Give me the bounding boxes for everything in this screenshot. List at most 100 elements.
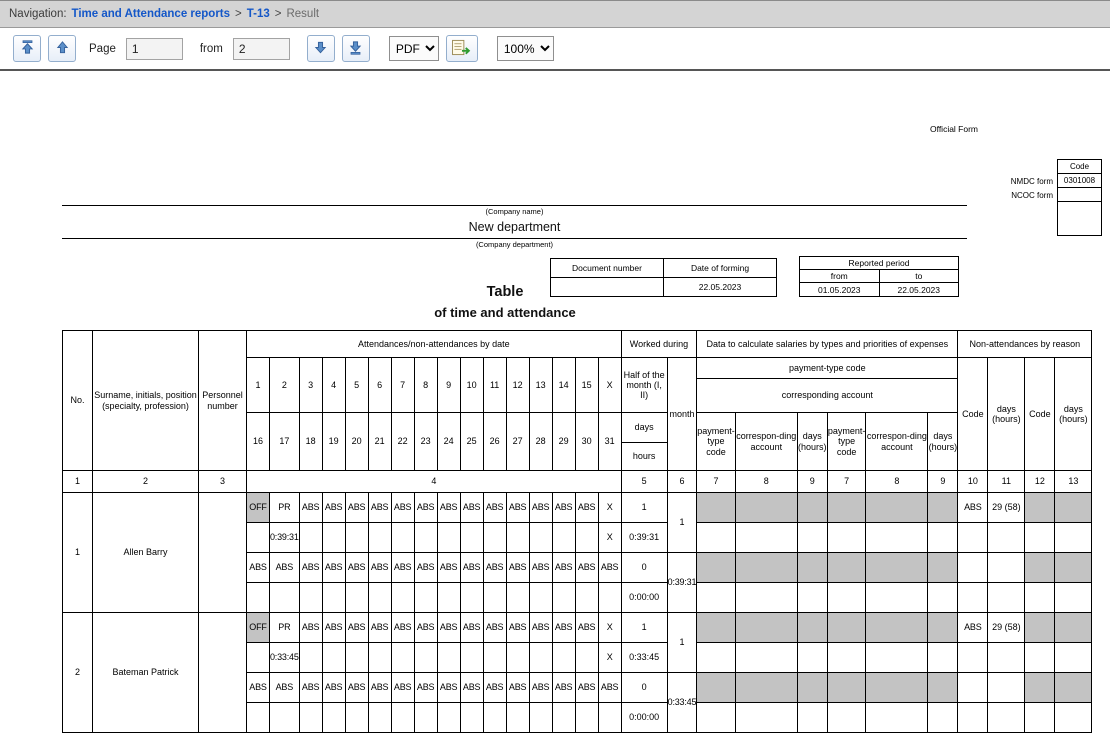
shaded-cell	[735, 493, 797, 523]
month-hours: 0:33:45	[667, 673, 697, 733]
day-time-cell	[575, 523, 598, 553]
page-input[interactable]	[126, 38, 183, 60]
next-page-button[interactable]	[307, 35, 335, 62]
half2-days: 0	[621, 553, 667, 583]
day-time-cell	[575, 643, 598, 673]
column-number: 8	[735, 471, 797, 493]
column-number: 8	[866, 471, 928, 493]
shaded-cell	[928, 493, 958, 523]
day-time-cell	[299, 643, 322, 673]
shaded-cell	[735, 613, 797, 643]
nmdc-form-label: NMDC form	[1011, 177, 1057, 186]
day-time-cell	[437, 703, 460, 733]
shaded-cell	[1025, 553, 1055, 583]
day-code-cell: ABS	[345, 493, 368, 523]
half1-days: 1	[621, 493, 667, 523]
empty-cell	[735, 523, 797, 553]
empty-cell	[988, 583, 1025, 613]
day-time-cell	[506, 583, 529, 613]
shaded-cell	[866, 673, 928, 703]
day-time-cell	[598, 703, 621, 733]
total-pages-input[interactable]	[233, 38, 290, 60]
day-time-cell	[345, 523, 368, 553]
col-no-header: No.	[63, 331, 93, 471]
day-code-cell: ABS	[437, 553, 460, 583]
shaded-cell	[866, 553, 928, 583]
day-time-cell	[460, 643, 483, 673]
row-number: 1	[63, 493, 93, 613]
day-code-cell: ABS	[506, 613, 529, 643]
day-code-cell: ABS	[368, 613, 391, 643]
day-time-cell	[368, 703, 391, 733]
column-number: 1	[63, 471, 93, 493]
day-time-cell: 0:39:31	[270, 523, 300, 553]
breadcrumb-link-t13[interactable]: T-13	[247, 8, 270, 20]
format-select[interactable]: PDF	[389, 36, 439, 61]
empty-cell	[735, 583, 797, 613]
export-button[interactable]	[446, 35, 478, 62]
arrow-up-icon	[55, 40, 70, 58]
day-time-cell	[552, 703, 575, 733]
day-code-cell: ABS	[506, 493, 529, 523]
day-number-header: 22	[391, 413, 414, 471]
report-toolbar: Page from PDF 100%	[0, 28, 1110, 71]
day-number-header: 4	[322, 358, 345, 413]
worked-group-header: Worked during	[621, 331, 697, 358]
day-time-cell	[483, 523, 506, 553]
day-code-cell: ABS	[322, 553, 345, 583]
days-header: days	[621, 413, 667, 443]
day-code-cell: ABS	[414, 553, 437, 583]
shaded-cell	[1055, 553, 1092, 583]
zoom-select[interactable]: 100%	[497, 36, 554, 61]
shaded-cell	[827, 613, 866, 643]
first-page-button[interactable]	[13, 35, 41, 62]
day-number-header: 29	[552, 413, 575, 471]
column-number: 12	[1025, 471, 1055, 493]
day-number-header: 16	[247, 413, 270, 471]
empty-cell	[958, 583, 988, 613]
day-time-cell	[414, 583, 437, 613]
day-code-cell: ABS	[414, 613, 437, 643]
row-number: 2	[63, 613, 93, 733]
empty-cell	[1025, 583, 1055, 613]
reported-period-table: Reported period from to 01.05.2023 22.05…	[799, 256, 959, 297]
column-number: 9	[797, 471, 827, 493]
day-time-cell	[483, 583, 506, 613]
day-number-header: 23	[414, 413, 437, 471]
day-time-cell	[299, 703, 322, 733]
nav-prefix-label: Navigation:	[9, 8, 67, 20]
prev-page-button[interactable]	[48, 35, 76, 62]
day-time-cell: X	[598, 523, 621, 553]
empty-cell	[797, 703, 827, 733]
shaded-cell	[827, 673, 866, 703]
day-time-cell	[506, 523, 529, 553]
day-code-cell: ABS	[437, 613, 460, 643]
shaded-cell	[735, 673, 797, 703]
column-number: 9	[928, 471, 958, 493]
breadcrumb-link-reports[interactable]: Time and Attendance reports	[72, 8, 230, 20]
last-page-button[interactable]	[342, 35, 370, 62]
day-number-header: 15	[575, 358, 598, 413]
day-code-cell: ABS	[598, 553, 621, 583]
day-code-cell: ABS	[552, 673, 575, 703]
empty-cell	[866, 523, 928, 553]
shaded-cell	[797, 673, 827, 703]
day-time-cell	[483, 643, 506, 673]
personnel-number	[199, 613, 247, 733]
day-code-cell: ABS	[598, 673, 621, 703]
shaded-cell	[797, 493, 827, 523]
day-number-header: 2	[270, 358, 300, 413]
shaded-cell	[1055, 613, 1092, 643]
sub-days-header: days (hours)	[928, 413, 958, 471]
day-code-cell: ABS	[391, 613, 414, 643]
day-time-cell	[345, 583, 368, 613]
day-code-cell: ABS	[483, 553, 506, 583]
shaded-cell	[866, 613, 928, 643]
shaded-cell	[827, 493, 866, 523]
code-box: Code NMDC form 0301008 NCOC form	[952, 159, 1102, 236]
day-time-cell	[270, 703, 300, 733]
month-days: 1	[667, 613, 697, 673]
day-code-cell: OFF	[247, 613, 270, 643]
day-time-cell	[414, 703, 437, 733]
day-code-cell: ABS	[299, 613, 322, 643]
